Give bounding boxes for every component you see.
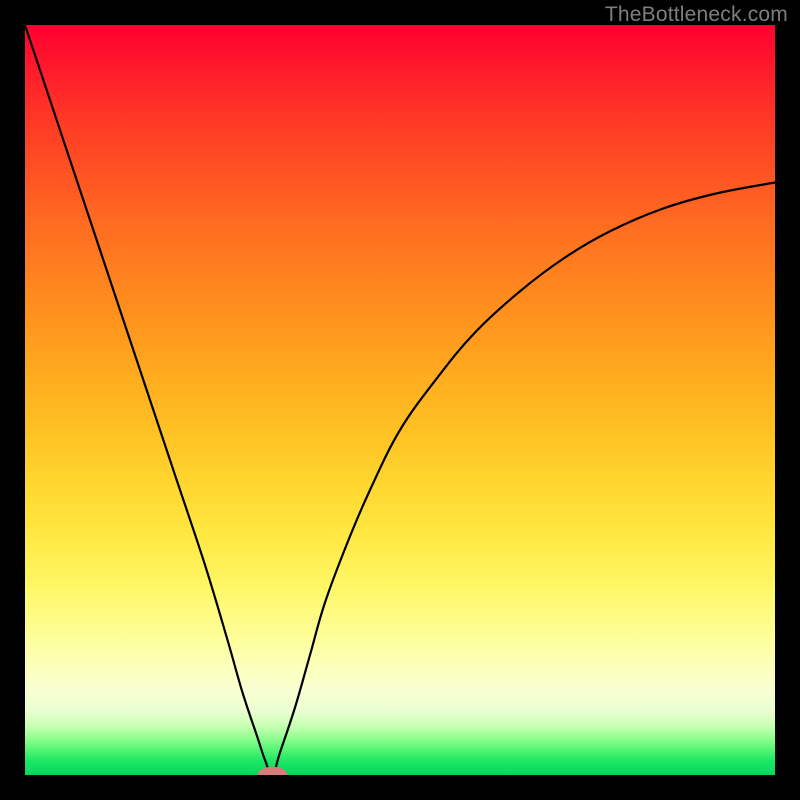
chart-frame: TheBottleneck.com [0,0,800,800]
watermark-text: TheBottleneck.com [605,3,788,27]
curve-layer [25,25,775,775]
min-marker [258,767,288,775]
plot-area [25,25,775,775]
bottleneck-curve [25,25,775,775]
